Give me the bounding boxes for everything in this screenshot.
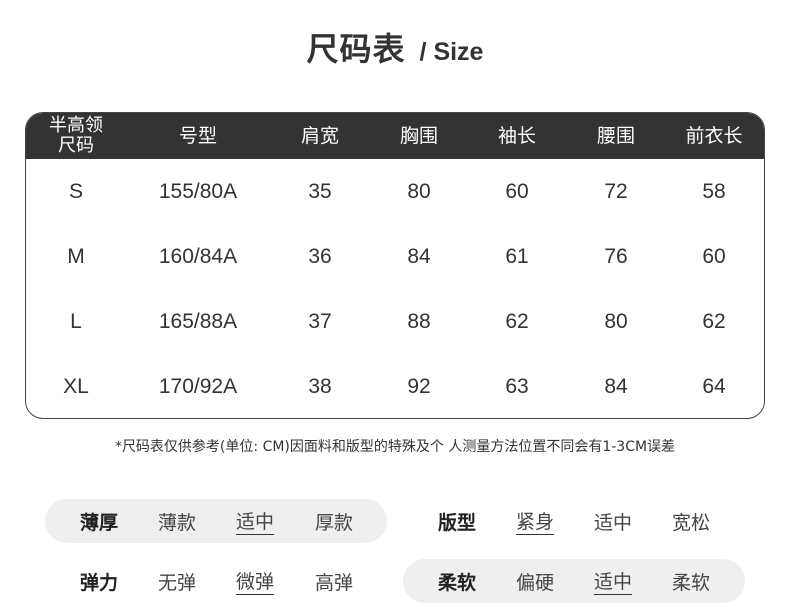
table-header-chest: 胸围 [399, 125, 439, 147]
elasticity-option-none[interactable]: 无弹 [158, 566, 196, 596]
table-header-shoulder: 肩宽 [300, 125, 340, 147]
table-row: M 160/84A 36 84 61 76 60 [26, 224, 764, 289]
table-header-waist: 腰围 [596, 125, 636, 147]
table-cell-sleeve: 61 [505, 244, 529, 268]
table-cell-model: 170/92A [158, 374, 238, 398]
table-cell-waist: 84 [604, 374, 628, 398]
fit-option-loose[interactable]: 宽松 [672, 506, 710, 536]
thickness-label: 薄厚 [79, 511, 119, 534]
table-cell-size: S [68, 179, 84, 203]
table-cell-chest: 92 [407, 374, 431, 398]
softness-option-medium[interactable]: 适中 [593, 566, 633, 595]
table-cell-model: 165/88A [158, 309, 238, 333]
table-header-size: 半高领尺码 [49, 115, 103, 156]
table-cell-size: M [67, 244, 85, 268]
table-cell-sleeve: 62 [505, 309, 529, 333]
table-cell-front-length: 64 [702, 374, 726, 398]
table-cell-shoulder: 38 [308, 374, 332, 398]
table-cell-waist: 72 [604, 179, 628, 203]
title-main: 尺码表 [306, 30, 406, 68]
table-cell-sleeve: 63 [505, 374, 529, 398]
table-header-row: 半高领尺码 号型 肩宽 胸围 袖长 腰围 前衣长 [26, 113, 764, 159]
softness-option-soft[interactable]: 柔软 [672, 566, 710, 596]
table-cell-waist: 76 [604, 244, 628, 268]
thickness-option-thin[interactable]: 薄款 [158, 506, 196, 536]
thickness-option-thick[interactable]: 厚款 [315, 506, 353, 536]
table-cell-model: 155/80A [158, 179, 238, 203]
elasticity-label: 弹力 [79, 571, 119, 594]
table-cell-front-length: 58 [702, 179, 726, 203]
softness-option-stiff[interactable]: 偏硬 [516, 566, 554, 596]
fit-option-regular[interactable]: 适中 [594, 506, 632, 536]
table-header-sleeve: 袖长 [497, 125, 537, 147]
table-cell-chest: 84 [407, 244, 431, 268]
table-header-front-length: 前衣长 [685, 125, 743, 147]
thickness-option-medium[interactable]: 适中 [235, 506, 275, 535]
table-row: S 155/80A 35 80 60 72 58 [26, 159, 764, 224]
table-cell-shoulder: 36 [308, 244, 332, 268]
elasticity-option-high[interactable]: 高弹 [315, 566, 353, 596]
table-cell-chest: 88 [407, 309, 431, 333]
title-sub: / Size [419, 38, 484, 66]
table-cell-front-length: 62 [702, 309, 726, 333]
table-cell-waist: 80 [604, 309, 628, 333]
size-note: *尺码表仅供参考(单位: CM)因面料和版型的特殊及个 人测量方法位置不同会有1… [114, 439, 676, 455]
page-title: 尺码表 / Size [0, 24, 790, 68]
table-cell-front-length: 60 [702, 244, 726, 268]
size-table: 半高领尺码 号型 肩宽 胸围 袖长 腰围 前衣长 S 155/80A 35 80… [25, 112, 765, 419]
softness-label: 柔软 [437, 571, 477, 594]
fit-label: 版型 [437, 511, 477, 534]
table-cell-sleeve: 60 [505, 179, 529, 203]
table-cell-model: 160/84A [158, 244, 238, 268]
table-cell-chest: 80 [407, 179, 431, 203]
table-header-model: 号型 [178, 125, 218, 147]
table-cell-shoulder: 37 [308, 309, 332, 333]
elasticity-option-slight[interactable]: 微弹 [235, 566, 275, 595]
fit-option-slim[interactable]: 紧身 [515, 506, 555, 535]
table-cell-size: XL [63, 374, 89, 398]
table-cell-size: L [70, 309, 82, 333]
table-row: XL 170/92A 38 92 63 84 64 [26, 354, 764, 418]
table-row: L 165/88A 37 88 62 80 62 [26, 289, 764, 354]
table-cell-shoulder: 35 [308, 179, 332, 203]
